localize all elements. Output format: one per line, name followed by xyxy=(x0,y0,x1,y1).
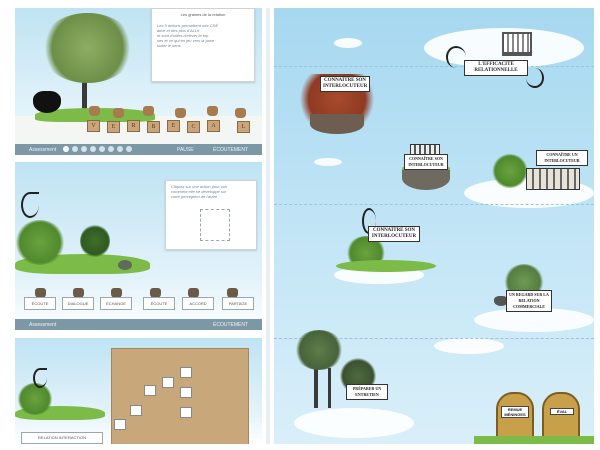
drop-slot[interactable] xyxy=(180,387,192,398)
seed-bag[interactable] xyxy=(113,108,124,118)
card-line: votre perception de l'autre xyxy=(171,194,218,199)
letter-tile[interactable]: R xyxy=(127,120,140,132)
choice-button[interactable]: ACCORD xyxy=(182,297,214,310)
column-divider xyxy=(266,8,270,444)
island-sign[interactable]: CONNAÎTRE SON INTERLOCUTEUR xyxy=(320,76,370,92)
seed-bag[interactable] xyxy=(235,108,246,118)
curl-branch-icon xyxy=(526,68,544,88)
nav-label: Assessment xyxy=(29,147,57,153)
nav-label: Assessment xyxy=(29,322,57,328)
choice-button[interactable]: ÉCOUTE xyxy=(24,297,56,310)
next-button[interactable]: ÉCOUTEMENT xyxy=(213,322,248,328)
choice-button[interactable]: ÉCHANGE xyxy=(100,297,132,310)
progress-dot[interactable] xyxy=(63,146,69,152)
instruction-card: Cliquez sur une action pour voir comment… xyxy=(165,180,257,250)
next-button[interactable]: ÉCOUTEMENT xyxy=(213,147,248,153)
curl-branch-icon xyxy=(21,192,39,218)
island-sign[interactable]: CONNAÎTRE SON INTERLOCUTEUR xyxy=(404,154,448,170)
progress-nav: Assessment ÉCOUTEMENT xyxy=(15,319,262,330)
letter-tile[interactable]: A xyxy=(207,120,220,132)
drop-slot[interactable] xyxy=(114,419,126,430)
parchment-board xyxy=(111,348,249,444)
progress-dot[interactable] xyxy=(126,146,132,152)
drop-slot[interactable] xyxy=(180,407,192,418)
drop-slot[interactable] xyxy=(130,405,142,416)
island-sign[interactable]: UN REGARD SUR LA RELATION COMMERCIALE xyxy=(506,290,552,312)
progress-dot[interactable] xyxy=(108,146,114,152)
curl-branch-icon xyxy=(446,46,466,68)
letter-tile[interactable]: C xyxy=(187,121,200,133)
letter-tile[interactable]: V xyxy=(87,120,100,132)
tree xyxy=(294,330,344,370)
tree-trunk xyxy=(328,368,331,408)
rock xyxy=(118,260,132,270)
card-line: suiter le sens xyxy=(157,43,181,48)
ground xyxy=(474,436,594,444)
progress-dot[interactable] xyxy=(117,146,123,152)
card-line: Les graines de la relation xyxy=(180,12,226,17)
cloud xyxy=(334,38,362,48)
temple-icon xyxy=(502,32,532,56)
letter-tile[interactable]: L xyxy=(237,121,250,133)
progress-dot[interactable] xyxy=(99,146,105,152)
island-sign[interactable]: CONNAÎTRE UN INTERLOCUTEUR xyxy=(536,150,588,166)
island-ground xyxy=(336,260,436,272)
progress-dot[interactable] xyxy=(90,146,96,152)
seed-bag[interactable] xyxy=(89,106,100,116)
seed-bag[interactable] xyxy=(207,106,218,116)
guide-line xyxy=(274,66,594,67)
progress-dot[interactable] xyxy=(81,146,87,152)
drop-slot[interactable] xyxy=(162,377,174,388)
tree-sign[interactable]: PRÉPARER UN ENTRETIEN xyxy=(346,384,388,400)
bush xyxy=(17,383,53,415)
castle-icon xyxy=(526,168,580,190)
bush xyxy=(492,154,528,188)
tree xyxy=(40,13,135,83)
cloud xyxy=(294,408,414,438)
progress-dots xyxy=(63,146,132,152)
letter-tile[interactable]: B xyxy=(147,121,160,133)
letter-tile[interactable]: E xyxy=(167,120,180,132)
island-sign[interactable]: CONNAÎTRE SON INTERLOCUTEUR xyxy=(368,226,420,242)
bush xyxy=(80,224,110,258)
module-panel-1: V E R B E C A L Les graines de la relati… xyxy=(15,8,262,156)
efficacite-sign[interactable]: L'EFFICACITÉ RELATIONNELLE xyxy=(464,60,528,76)
choice-button[interactable]: PARTAGE xyxy=(222,297,254,310)
bush xyxy=(15,220,65,265)
drop-slot[interactable] xyxy=(180,367,192,378)
bottom-label[interactable]: RELATION INTERACTION xyxy=(21,432,103,444)
choice-button[interactable]: ÉCOUTE xyxy=(143,297,175,310)
module-panel-3: RELATION INTERACTION xyxy=(15,338,262,444)
door-sign-right: ÉVAL xyxy=(550,408,574,415)
door-sign-left: REMUE MÉNINGES xyxy=(501,406,529,418)
world-map: CONNAÎTRE SON INTERLOCUTEUR L'EFFICACITÉ… xyxy=(274,8,594,444)
door-right[interactable] xyxy=(542,392,580,442)
progress-dot[interactable] xyxy=(72,146,78,152)
seed-bag[interactable] xyxy=(175,108,186,118)
curl-branch-icon xyxy=(33,368,47,388)
cloud xyxy=(314,158,342,166)
progress-nav: Assessment PAUSE ÉCOUTEMENT xyxy=(15,144,262,155)
pause-button[interactable]: PAUSE xyxy=(177,147,194,153)
drop-zone[interactable] xyxy=(200,209,230,241)
choice-button[interactable]: DIALOGUE xyxy=(62,297,94,310)
drop-slot[interactable] xyxy=(144,385,156,396)
letter-tile[interactable]: E xyxy=(107,121,120,133)
guide-line xyxy=(274,204,594,205)
cloud xyxy=(434,338,504,354)
seed-bag[interactable] xyxy=(143,106,154,116)
cauldron-icon[interactable] xyxy=(33,91,61,113)
instruction-card: Les graines de la relation Les 5 actions… xyxy=(151,8,255,82)
island-rock xyxy=(310,114,364,134)
